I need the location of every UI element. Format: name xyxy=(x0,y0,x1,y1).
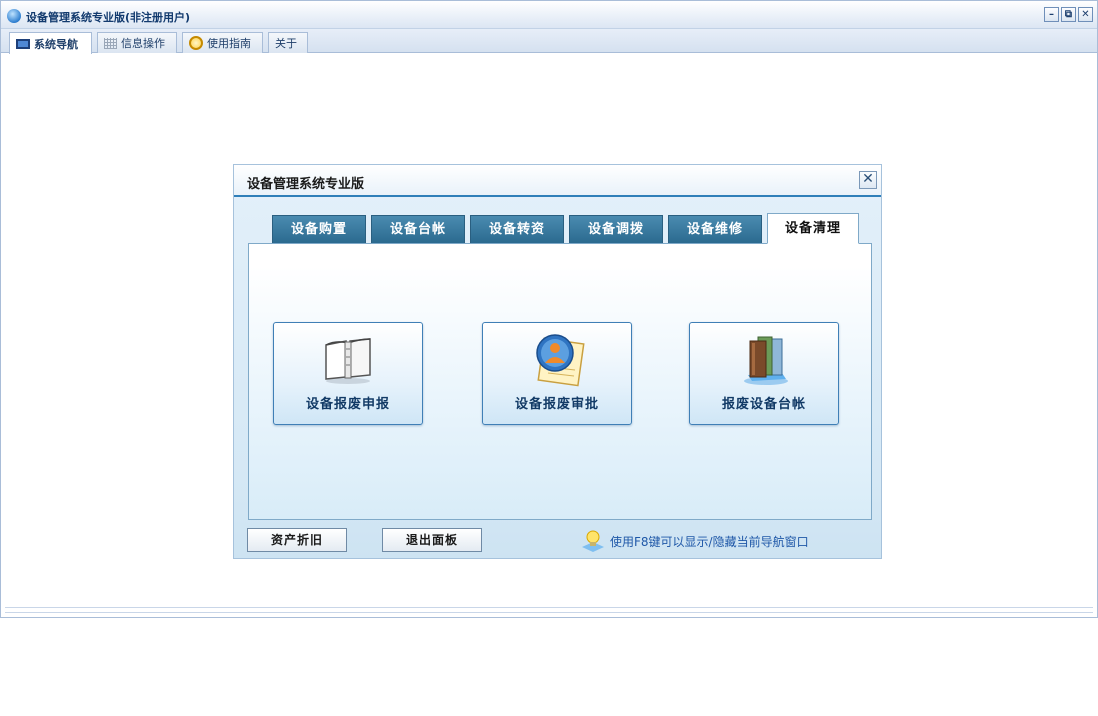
exit-panel-button[interactable]: 退出面板 xyxy=(382,528,482,552)
tab-label: 关于 xyxy=(275,37,297,50)
tab-panel: 设备报废申报 设备报废审批 报废设备台帐 xyxy=(248,243,872,520)
dialog-close-button[interactable]: ✕ xyxy=(859,171,877,189)
tab-equipment-ledger[interactable]: 设备台帐 xyxy=(371,215,465,243)
window-title: 设备管理系统专业版(非注册用户) xyxy=(26,11,191,24)
user-approval-icon xyxy=(536,334,585,387)
tab-label: 信息操作 xyxy=(121,37,165,50)
close-button[interactable]: ✕ xyxy=(1078,7,1093,22)
asset-depreciation-button[interactable]: 资产折旧 xyxy=(247,528,347,552)
top-tab-strip: 系统导航 信息操作 使用指南 关于 xyxy=(1,29,1097,54)
action-label: 设备报废审批 xyxy=(514,397,599,412)
open-book-icon xyxy=(325,338,371,384)
tab-equipment-repair[interactable]: 设备维修 xyxy=(668,215,762,243)
dialog-title: 设备管理系统专业版 xyxy=(247,177,365,192)
tab-equipment-cleanup[interactable]: 设备清理 xyxy=(767,213,859,244)
tip-text: 使用F8键可以显示/隐藏当前导航窗口 xyxy=(610,534,809,549)
books-icon xyxy=(744,336,788,385)
help-icon xyxy=(189,36,203,50)
tab-system-nav[interactable]: 系统导航 xyxy=(9,32,92,54)
lightbulb-icon xyxy=(582,530,604,552)
tab-label: 使用指南 xyxy=(207,37,251,50)
navigation-dialog: 设备管理系统专业版 ✕ 设备购置 设备台帐 设备转资 设备调拨 设备维修 设备清… xyxy=(233,164,882,559)
minimize-button[interactable]: – xyxy=(1044,7,1059,22)
f8-tip: 使用F8键可以显示/隐藏当前导航窗口 xyxy=(580,529,809,553)
window-controls: – ⧉ ✕ xyxy=(1044,7,1093,22)
dialog-header: 设备管理系统专业版 ✕ xyxy=(234,165,881,197)
content-bottom-border xyxy=(5,607,1093,613)
grid-icon xyxy=(104,37,117,49)
scrap-ledger-button[interactable]: 报废设备台帐 xyxy=(689,322,839,425)
tab-label: 系统导航 xyxy=(34,37,78,51)
action-label: 报废设备台帐 xyxy=(721,397,806,412)
tab-user-guide[interactable]: 使用指南 xyxy=(182,32,263,53)
tab-about[interactable]: 关于 xyxy=(268,32,308,53)
tab-info-ops[interactable]: 信息操作 xyxy=(97,32,177,53)
monitor-icon xyxy=(16,38,30,49)
scrap-apply-button[interactable]: 设备报废申报 xyxy=(273,322,423,425)
restore-button[interactable]: ⧉ xyxy=(1061,7,1076,22)
tab-equipment-purchase[interactable]: 设备购置 xyxy=(272,215,366,243)
scrap-approve-button[interactable]: 设备报废审批 xyxy=(482,322,632,425)
action-label: 设备报废申报 xyxy=(305,397,390,412)
title-bar: 设备管理系统专业版(非注册用户) – ⧉ ✕ xyxy=(1,1,1097,29)
tab-equipment-capitalize[interactable]: 设备转资 xyxy=(470,215,564,243)
app-logo-icon xyxy=(7,9,21,23)
tab-equipment-transfer[interactable]: 设备调拨 xyxy=(569,215,663,243)
